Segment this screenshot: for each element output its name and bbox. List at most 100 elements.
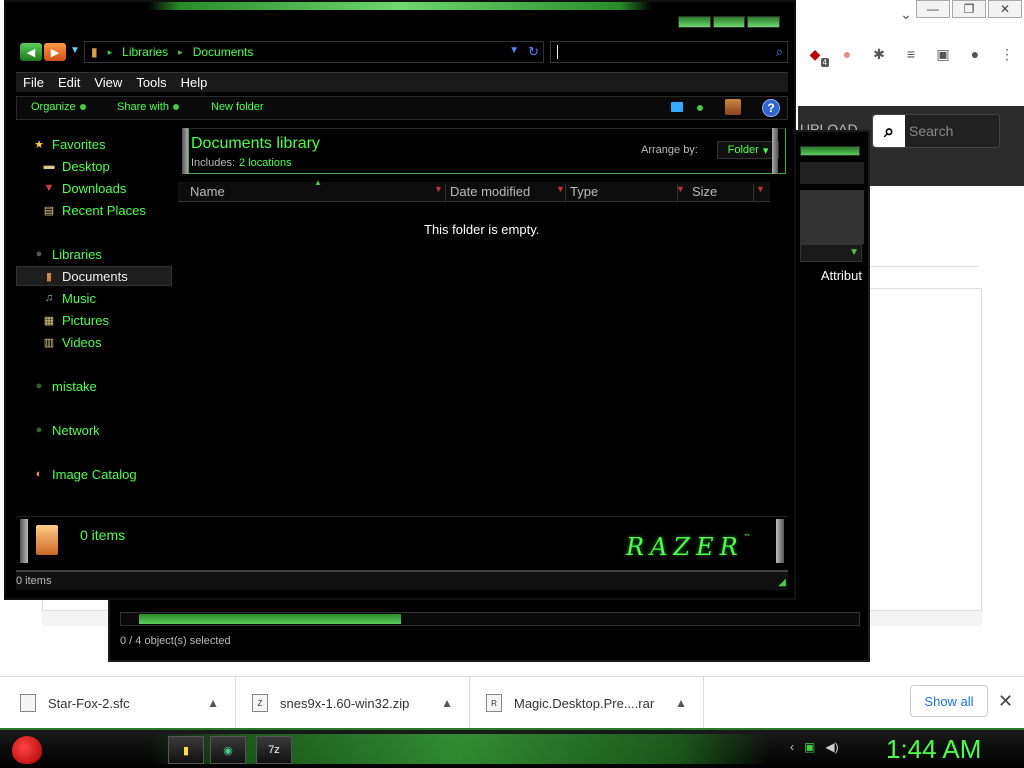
- organize-button[interactable]: Organize: [31, 101, 86, 113]
- details-bracket-right: [776, 519, 784, 563]
- action-center-icon[interactable]: ▣: [804, 740, 815, 754]
- explorer-window: ◀ ▶ ▼ ▮ ▸ Libraries ▸ Documents ▼ ↻ ⌕ Fi…: [4, 0, 796, 600]
- crumb-libraries[interactable]: Libraries: [122, 45, 168, 59]
- search-icon[interactable]: ⌕: [776, 44, 783, 60]
- crumb-documents[interactable]: Documents: [193, 45, 254, 59]
- more-menu-icon[interactable]: ⋮: [996, 43, 1018, 65]
- content-pane: Documents library Includes: 2 locations …: [174, 126, 794, 514]
- menu-tools[interactable]: Tools: [129, 75, 173, 90]
- resize-grip-icon[interactable]: ◢: [778, 577, 786, 588]
- chrome-icon: ◉: [223, 744, 233, 757]
- start-button[interactable]: [8, 732, 48, 768]
- close-button[interactable]: ✕: [988, 0, 1022, 18]
- address-bar[interactable]: ▮ ▸ Libraries ▸ Documents ▼ ↻: [84, 41, 544, 63]
- chevron-down-icon: ▾: [762, 144, 769, 157]
- forward-button[interactable]: ▶: [44, 43, 66, 61]
- share-with-button[interactable]: Share with: [117, 101, 179, 113]
- nav-pictures-label: Pictures: [62, 312, 109, 328]
- taskbar-7zip[interactable]: 7z: [256, 736, 292, 764]
- history-dropdown-icon[interactable]: ▼: [70, 45, 80, 56]
- close-icon[interactable]: ✕: [998, 691, 1013, 712]
- download-item[interactable]: Star-Fox-2.sfc ▲: [0, 677, 236, 729]
- column-date-filter-icon[interactable]: ▼: [556, 184, 565, 194]
- chevron-down-icon: ▼: [849, 247, 859, 258]
- crumb-separator-icon[interactable]: ▸: [178, 47, 183, 58]
- nav-documents[interactable]: ▮ Documents: [16, 266, 172, 286]
- ublock-extension-icon[interactable]: ◆ 4: [804, 43, 829, 67]
- rar-file-icon: R: [486, 694, 502, 712]
- back-status-text: 0 / 4 object(s) selected: [120, 635, 231, 647]
- site-search-input[interactable]: ⌕ Search: [872, 114, 1000, 148]
- menu-file[interactable]: File: [16, 75, 51, 90]
- nav-image-catalog[interactable]: ◐ Image Catalog: [32, 464, 188, 484]
- column-size-filter-icon[interactable]: ▼: [756, 184, 765, 194]
- column-date-modified[interactable]: Date modified: [450, 184, 566, 202]
- help-icon[interactable]: ?: [762, 99, 780, 117]
- flag-extension-icon[interactable]: ●: [836, 43, 858, 65]
- clock[interactable]: 1:44 AM: [886, 734, 981, 765]
- preview-pane-icon[interactable]: [725, 99, 741, 115]
- restore-button[interactable]: ❐: [952, 0, 986, 18]
- locations-link[interactable]: 2 locations: [239, 157, 292, 169]
- share-with-label: Share with: [117, 101, 169, 113]
- arrange-by-dropdown[interactable]: Folder ▾: [717, 141, 779, 159]
- taskbar-explorer[interactable]: ▮: [168, 736, 204, 764]
- download-item[interactable]: R Magic.Desktop.Pre....rar ▲: [470, 677, 704, 729]
- menu-help[interactable]: Help: [174, 75, 215, 90]
- views-icon[interactable]: [671, 102, 683, 112]
- download-item[interactable]: Z snes9x-1.60-win32.zip ▲: [236, 677, 470, 729]
- library-header: Documents library Includes: 2 locations …: [188, 128, 786, 174]
- new-folder-button[interactable]: New folder: [211, 101, 264, 113]
- address-dropdown-icon[interactable]: ▼: [509, 45, 519, 56]
- library-title: Documents library: [191, 135, 320, 152]
- nav-mistake[interactable]: ● mistake: [32, 376, 188, 396]
- attributes-column-header[interactable]: Attribut: [800, 268, 862, 286]
- explorer-close-button[interactable]: [747, 16, 781, 28]
- column-name-filter-icon[interactable]: ▼: [434, 184, 443, 194]
- nav-network[interactable]: ● Network: [32, 420, 188, 440]
- download-filename: Star-Fox-2.sfc: [48, 695, 130, 711]
- media-control-icon[interactable]: ≡: [900, 43, 922, 65]
- column-size[interactable]: Size: [692, 184, 754, 202]
- menu-edit[interactable]: Edit: [51, 75, 87, 90]
- library-icon: [36, 525, 58, 555]
- tab-search-chevron-icon[interactable]: ⌄: [896, 6, 916, 26]
- nav-desktop-label: Desktop: [62, 158, 110, 174]
- nav-music-label: Music: [62, 290, 96, 306]
- show-all-button[interactable]: Show all: [910, 685, 988, 717]
- sidebar-icon[interactable]: ▣: [932, 43, 954, 65]
- search-input[interactable]: ⌕: [550, 41, 788, 63]
- back-horizontal-scrollbar[interactable]: [120, 612, 860, 626]
- tray-chevron-icon[interactable]: ‹: [790, 740, 794, 754]
- column-type[interactable]: Type: [570, 184, 678, 202]
- dropdown-dot-icon: [172, 104, 179, 110]
- menu-view[interactable]: View: [87, 75, 129, 90]
- refresh-icon[interactable]: ↻: [528, 44, 539, 60]
- system-tray: ‹ ▣ ◀): [790, 740, 839, 754]
- chevron-up-icon[interactable]: ▲: [441, 696, 453, 710]
- puzzle-icon[interactable]: ✱: [868, 43, 890, 65]
- profile-icon[interactable]: ●: [964, 43, 986, 65]
- minimize-button[interactable]: —: [916, 0, 950, 18]
- chevron-up-icon[interactable]: ▲: [675, 696, 687, 710]
- folder-icon: ▮: [91, 45, 98, 59]
- crumb-separator-icon[interactable]: ▸: [108, 47, 113, 58]
- browser-window-controls: — ❐ ✕: [916, 0, 1024, 30]
- taskbar-chrome[interactable]: ◉: [210, 736, 246, 764]
- explorer-maximize-button[interactable]: [712, 16, 746, 28]
- header-bracket-right: [772, 128, 778, 174]
- title-band: [6, 2, 794, 10]
- back-button[interactable]: ◀: [20, 43, 42, 61]
- nav-libraries[interactable]: ● Libraries: [32, 244, 188, 264]
- explorer-minimize-button[interactable]: [678, 16, 711, 28]
- column-type-filter-icon[interactable]: ▼: [676, 184, 685, 194]
- menu-bar: File Edit View Tools Help: [16, 72, 788, 92]
- column-name[interactable]: Name: [190, 184, 446, 202]
- volume-icon[interactable]: ◀): [825, 740, 838, 754]
- nav-favorites[interactable]: ★ Favorites: [32, 134, 188, 154]
- scrollbar-thumb[interactable]: [139, 614, 401, 624]
- back-window-controls[interactable]: [800, 146, 860, 156]
- views-dropdown-icon[interactable]: [697, 105, 703, 111]
- back-combo-box[interactable]: ▼: [800, 244, 862, 262]
- chevron-up-icon[interactable]: ▲: [207, 696, 219, 710]
